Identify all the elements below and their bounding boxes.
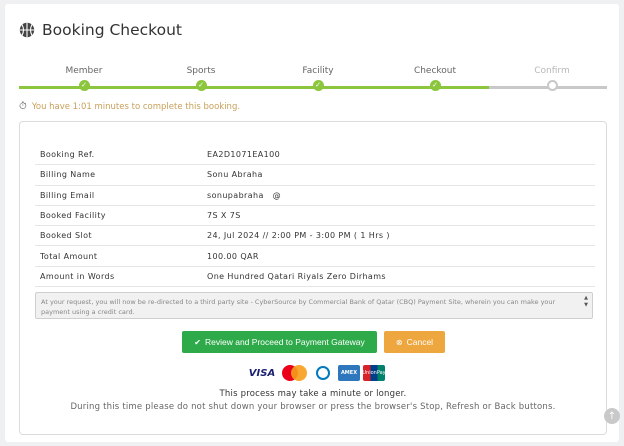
checkout-page: Booking Checkout Member Sports Facility … — [5, 4, 619, 442]
table-row: Billing Name Sonu Abraha — [35, 165, 595, 186]
detail-label: Amount in Words — [40, 271, 115, 281]
diners-club-logo — [311, 365, 335, 381]
check-icon: ✓ — [312, 80, 324, 91]
check-icon: ✓ — [429, 80, 441, 91]
stopwatch-icon: ⏱ — [19, 101, 27, 112]
table-row: Billing Email sonupabraha @ — [35, 186, 595, 206]
redirect-notice-text: At your request, you will now be re-dire… — [41, 298, 556, 316]
detail-value: 7S X 7S — [207, 211, 241, 221]
step-member: Member — [65, 66, 103, 76]
check-icon: ✓ — [78, 80, 90, 91]
detail-label: Booked Slot — [40, 231, 92, 241]
basketball-icon — [19, 22, 35, 38]
scroll-to-top-button[interactable]: ↑ — [604, 408, 620, 424]
detail-label: Billing Name — [40, 170, 96, 180]
table-row: Booking Ref. EA2D1071EA100 — [35, 145, 595, 166]
cancel-button[interactable]: ⊗ Cancel — [384, 331, 445, 353]
table-row: Total Amount 100.00 QAR — [35, 246, 595, 267]
booking-details-table: Booking Ref. EA2D1071EA100 Billing Name … — [35, 145, 595, 288]
process-wait-message: This process may take a minute or longer… — [219, 389, 407, 399]
arrow-up-icon: ↑ — [607, 410, 617, 422]
notice-scrollbar[interactable]: ▲ ▼ — [582, 295, 590, 316]
detail-value: EA2D1071EA100 — [207, 150, 281, 160]
visa-logo: VISA — [248, 367, 276, 379]
detail-label: Total Amount — [40, 251, 98, 261]
unionpay-logo: UnionPay — [362, 365, 386, 381]
table-row: Amount in Words One Hundred Qatari Riyal… — [35, 267, 595, 288]
detail-label: Booked Facility — [40, 211, 106, 221]
page-header: Booking Checkout — [19, 16, 182, 44]
step-facility: Facility — [302, 66, 334, 76]
cancel-label: Cancel — [406, 337, 434, 347]
booking-timer: ⏱ You have 1:01 minutes to complete this… — [19, 101, 240, 112]
detail-label: Booking Ref. — [40, 150, 95, 160]
step-checkout: Checkout — [413, 66, 457, 76]
check-icon: ✓ — [195, 80, 207, 91]
proceed-to-payment-button[interactable]: ✔ Review and Proceed to Payment Gateway — [182, 331, 377, 353]
proceed-to-payment-label: Review and Proceed to Payment Gateway — [205, 337, 365, 347]
detail-value: Sonu Abraha — [207, 170, 263, 180]
stepper-track-done — [19, 86, 489, 89]
step-confirm: Confirm — [534, 66, 570, 76]
step-sports: Sports — [186, 66, 216, 76]
table-row: Booked Slot 24, Jul 2024 // 2:00 PM - 3:… — [35, 226, 595, 247]
check-circle-icon: ✔ — [194, 337, 201, 347]
cancel-circle-icon: ⊗ — [395, 337, 403, 347]
checkout-card: Booking Ref. EA2D1071EA100 Billing Name … — [19, 121, 607, 435]
detail-value: sonupabraha @ — [207, 190, 282, 200]
timer-text: You have 1:01 minutes to complete this b… — [31, 101, 241, 112]
detail-value: 24, Jul 2024 // 2:00 PM - 3:00 PM ( 1 Hr… — [207, 231, 390, 241]
payment-card-logos: VISA AMEX UnionPay — [247, 364, 386, 382]
pending-step-icon — [546, 80, 558, 91]
mastercard-logo — [280, 365, 308, 381]
detail-value: 100.00 QAR — [207, 251, 259, 261]
table-row: Booked Facility 7S X 7S — [35, 206, 595, 227]
checkout-stepper: Member Sports Facility Checkout Confirm … — [19, 66, 607, 96]
detail-label: Billing Email — [40, 190, 95, 200]
detail-value: One Hundred Qatari Riyals Zero Dirhams — [207, 271, 386, 281]
redirect-notice-textarea[interactable]: At your request, you will now be re-dire… — [35, 292, 593, 319]
amex-logo: AMEX — [338, 365, 360, 381]
browser-warning-message: During this time please do not shut down… — [70, 402, 556, 412]
page-title: Booking Checkout — [42, 21, 182, 39]
